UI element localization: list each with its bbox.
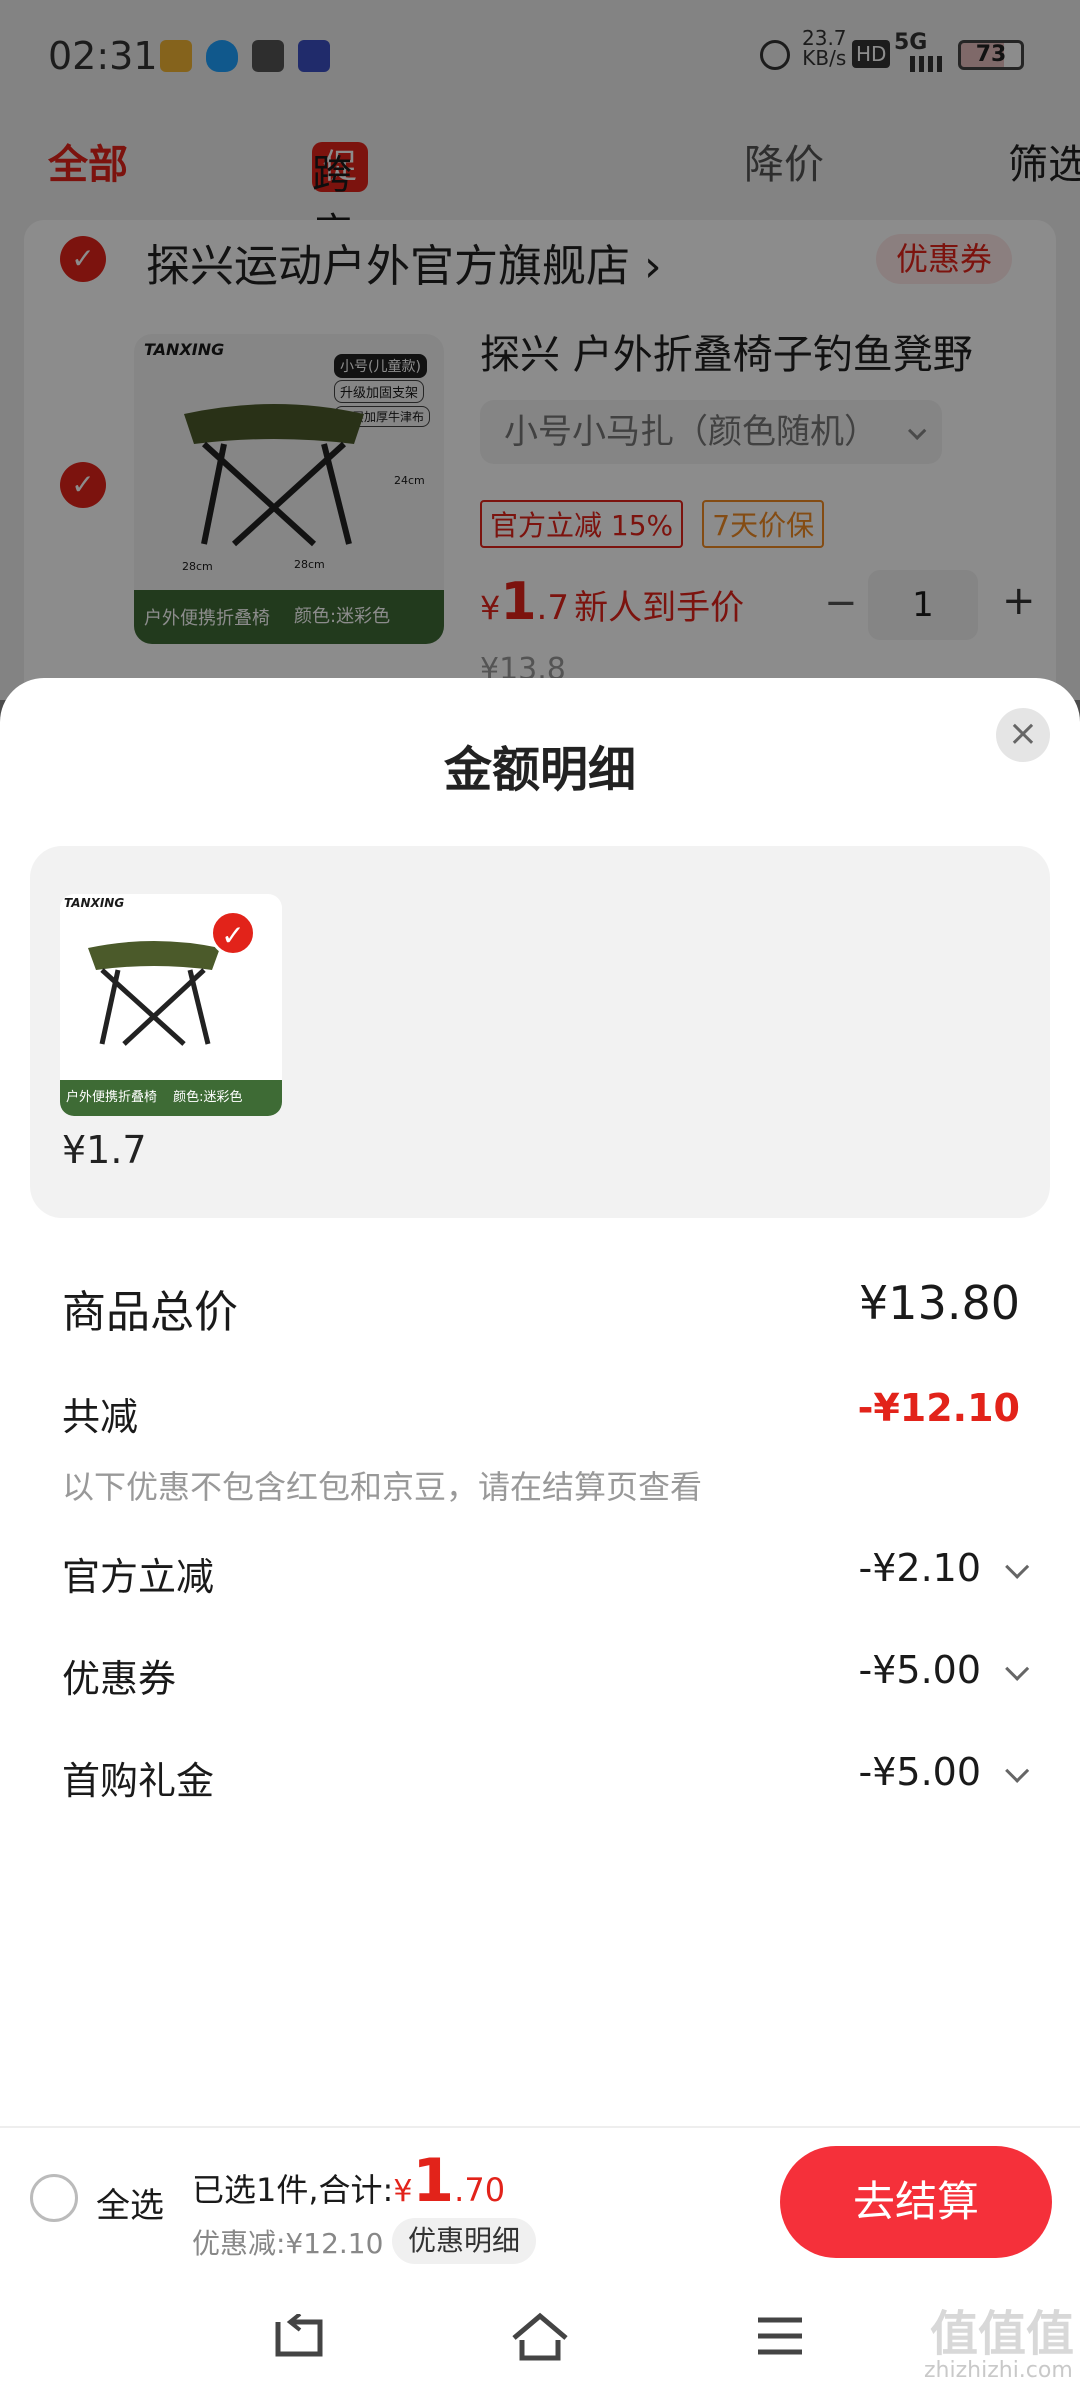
total-price-row: 商品总价 ¥13.80 bbox=[62, 1276, 1020, 1338]
first-buy-gift-value: -¥5.00 bbox=[858, 1750, 982, 1794]
select-all-label[interactable]: 全选 bbox=[96, 2178, 164, 2227]
selected-text: 已选1件,合计: bbox=[192, 2171, 394, 2209]
discount-detail-button[interactable]: 优惠明细 bbox=[392, 2218, 537, 2264]
official-discount-row[interactable]: 官方立减 -¥2.10 bbox=[62, 1546, 1030, 1602]
watermark-logo: 值值值 bbox=[930, 2306, 1075, 2362]
system-nav-bar: 值值值 zhizhizhi.com bbox=[0, 2274, 1080, 2400]
discount-total: 优惠减:¥12.10 bbox=[192, 2227, 384, 2260]
coupon-value-wrap: -¥5.00 bbox=[858, 1648, 1030, 1692]
mini-brand-logo: TANXING bbox=[64, 896, 125, 910]
first-buy-gift-label: 首购礼金 bbox=[62, 1759, 215, 1803]
reduce-label: 共减 bbox=[62, 1395, 139, 1439]
reduce-row: 共减 -¥12.10 bbox=[62, 1386, 1020, 1439]
mini-caption-left: 户外便携折叠椅 bbox=[66, 1090, 158, 1105]
mini-folding-stool-icon bbox=[88, 941, 220, 1046]
chevron-down-icon bbox=[1005, 1758, 1030, 1783]
coupon-row[interactable]: 优惠券 -¥5.00 bbox=[62, 1648, 1030, 1704]
mini-caption-right: 颜色:迷彩色 bbox=[173, 1090, 243, 1105]
selected-check-icon: ✓ bbox=[210, 910, 256, 956]
chevron-down-icon bbox=[1005, 1656, 1030, 1681]
menu-icon[interactable] bbox=[756, 2316, 804, 2358]
coupon-label: 优惠券 bbox=[62, 1657, 177, 1701]
watermark-url: zhizhizhi.com bbox=[924, 2358, 1073, 2383]
discount-note-text: 以下优惠不包含红包和京豆，请在结算页查看 bbox=[62, 1468, 703, 1506]
mini-caption-strip: 户外便携折叠椅 颜色:迷彩色 bbox=[60, 1080, 282, 1116]
back-icon[interactable] bbox=[270, 2314, 326, 2362]
official-discount-label: 官方立减 bbox=[62, 1555, 215, 1599]
close-icon[interactable]: × bbox=[996, 708, 1050, 762]
reduce-value: -¥12.10 bbox=[857, 1386, 1020, 1430]
official-discount-value: -¥2.10 bbox=[858, 1546, 982, 1590]
home-icon[interactable] bbox=[510, 2310, 570, 2364]
sheet-title: 金额明细 bbox=[443, 742, 636, 798]
official-discount-value-wrap: -¥2.10 bbox=[858, 1546, 1030, 1590]
selected-items-box: TANXING 户外便携折叠椅 颜色:迷彩色 ✓ ¥1.7 bbox=[30, 846, 1050, 1218]
first-buy-gift-row[interactable]: 首购礼金 -¥5.00 bbox=[62, 1750, 1030, 1806]
checkout-bar: 全选 已选1件,合计:¥1.70 优惠减:¥12.10 优惠明细 去结算 bbox=[0, 2126, 1080, 2276]
total-label: 商品总价 bbox=[62, 1287, 238, 1338]
select-all-radio[interactable] bbox=[30, 2174, 78, 2222]
first-buy-gift-value-wrap: -¥5.00 bbox=[858, 1750, 1030, 1794]
selected-summary: 已选1件,合计:¥1.70 bbox=[192, 2146, 505, 2216]
coupon-value: -¥5.00 bbox=[858, 1648, 982, 1692]
sum-symbol: ¥ bbox=[393, 2174, 413, 2209]
sum-int: 1 bbox=[412, 2146, 455, 2216]
total-value: ¥13.80 bbox=[859, 1276, 1020, 1330]
sum-dec: .70 bbox=[454, 2171, 506, 2209]
checkout-button[interactable]: 去结算 bbox=[780, 2146, 1052, 2258]
selected-item-price: ¥1.7 bbox=[62, 1128, 147, 1172]
chevron-down-icon bbox=[1005, 1554, 1030, 1579]
